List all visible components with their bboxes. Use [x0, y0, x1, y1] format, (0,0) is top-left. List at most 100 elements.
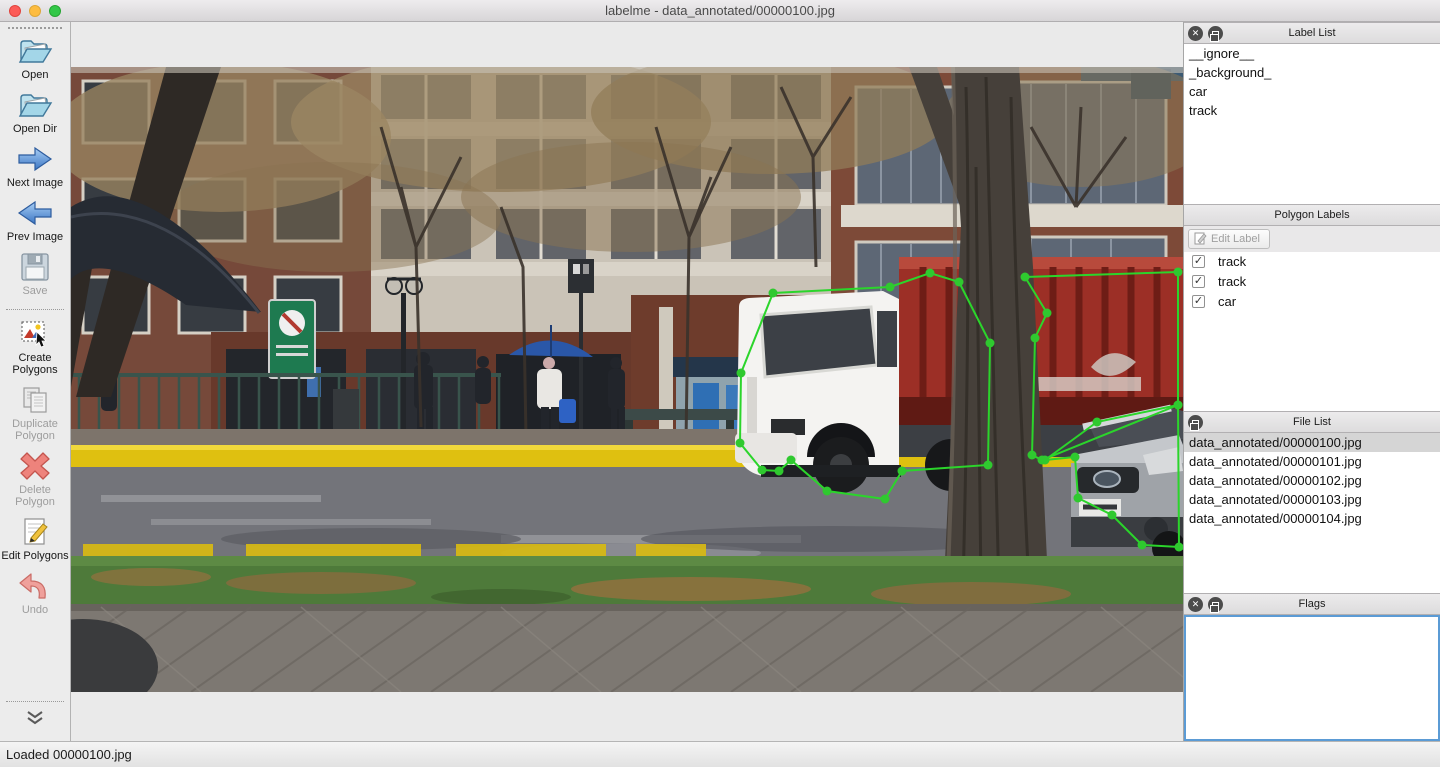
label-list-title: Label List	[1288, 27, 1335, 39]
annotation-polygon-track[interactable]	[740, 273, 990, 499]
floppy-disk-icon	[18, 251, 52, 283]
save-button[interactable]: Save	[0, 251, 70, 297]
edit-label-button[interactable]: Edit Label	[1188, 229, 1270, 249]
annotation-vertex[interactable]	[736, 439, 745, 448]
open-dir-folder-icon	[17, 89, 53, 121]
status-text: Loaded 00000100.jpg	[6, 747, 132, 762]
annotation-vertex[interactable]	[1021, 273, 1030, 282]
undo-button[interactable]: Undo	[0, 570, 70, 616]
file-list-item[interactable]: data_annotated/00000100.jpg	[1184, 433, 1440, 452]
annotation-vertex[interactable]	[986, 339, 995, 348]
label-list-item[interactable]: track	[1184, 101, 1440, 120]
annotation-vertex[interactable]	[984, 461, 993, 470]
polygon-visible-checkbox[interactable]: ✓	[1192, 275, 1205, 288]
edit-polygons-button[interactable]: Edit Polygons	[0, 516, 70, 562]
flags-header: ✕ Flags	[1184, 593, 1440, 615]
label-list-header: ✕ Label List	[1184, 22, 1440, 44]
file-list-item[interactable]: data_annotated/00000101.jpg	[1184, 452, 1440, 471]
annotated-photo[interactable]	[71, 67, 1183, 692]
polygon-label-row[interactable]: ✓ track	[1184, 272, 1440, 292]
duplicate-polygon-button[interactable]: Duplicate Polygon	[0, 384, 70, 442]
title-bar: labelme - data_annotated/00000100.jpg	[0, 0, 1440, 22]
annotation-vertex[interactable]	[1074, 494, 1083, 503]
close-window-button[interactable]	[9, 5, 21, 17]
file-list-header: File List	[1184, 411, 1440, 433]
annotation-vertex[interactable]	[1031, 334, 1040, 343]
label-list-close-button[interactable]: ✕	[1188, 26, 1203, 41]
dock-panels: ✕ Label List __ignore__ _background_ car…	[1183, 22, 1440, 741]
open-dir-button[interactable]: Open Dir	[0, 89, 70, 135]
arrow-right-icon	[16, 143, 54, 175]
duplicate-documents-icon	[18, 384, 52, 416]
annotation-vertex[interactable]	[1174, 401, 1183, 410]
prev-image-button[interactable]: Prev Image	[0, 197, 70, 243]
undo-arrow-icon	[17, 570, 53, 602]
polygon-labels-list[interactable]: ✓ track ✓ track ✓ car	[1184, 252, 1440, 412]
annotation-vertex[interactable]	[758, 466, 767, 475]
edit-document-pencil-icon	[18, 516, 52, 548]
annotation-vertex[interactable]	[737, 369, 746, 378]
file-list-title: File List	[1293, 416, 1331, 428]
toolbar-separator	[6, 309, 64, 310]
annotation-polygon-track[interactable]	[1025, 272, 1178, 460]
edit-label-pencil-icon	[1194, 232, 1207, 245]
annotation-vertex[interactable]	[1071, 453, 1080, 462]
annotation-vertex[interactable]	[1174, 268, 1183, 277]
polygon-labels-toolbar: Edit Label	[1184, 226, 1440, 252]
create-polygons-button[interactable]: Create Polygons	[0, 318, 70, 376]
annotation-vertex[interactable]	[823, 487, 832, 496]
label-list-item[interactable]: _background_	[1184, 63, 1440, 82]
annotation-vertex[interactable]	[926, 269, 935, 278]
delete-polygon-button[interactable]: Delete Polygon	[0, 450, 70, 508]
file-list[interactable]: data_annotated/00000100.jpg data_annotat…	[1184, 433, 1440, 593]
annotation-vertex[interactable]	[787, 456, 796, 465]
annotation-layer[interactable]	[71, 67, 1183, 692]
annotation-vertex[interactable]	[1043, 309, 1052, 318]
toolbar-expand-button[interactable]	[24, 710, 46, 731]
flags-float-button[interactable]	[1208, 597, 1223, 612]
polygon-visible-checkbox[interactable]: ✓	[1192, 295, 1205, 308]
label-list-item[interactable]: car	[1184, 82, 1440, 101]
file-list-item[interactable]: data_annotated/00000102.jpg	[1184, 471, 1440, 490]
toolbar-drag-handle[interactable]	[8, 27, 62, 29]
annotation-vertex[interactable]	[769, 289, 778, 298]
next-image-button[interactable]: Next Image	[0, 143, 70, 189]
annotation-vertex[interactable]	[1138, 541, 1147, 550]
label-list-item[interactable]: __ignore__	[1184, 44, 1440, 63]
polygon-label-row[interactable]: ✓ track	[1184, 252, 1440, 272]
minimize-window-button[interactable]	[29, 5, 41, 17]
polygon-visible-checkbox[interactable]: ✓	[1192, 255, 1205, 268]
label-list[interactable]: __ignore__ _background_ car track	[1184, 44, 1440, 204]
annotation-vertex[interactable]	[1093, 418, 1102, 427]
annotation-vertex[interactable]	[898, 467, 907, 476]
open-button[interactable]: Open	[0, 35, 70, 81]
annotation-vertex[interactable]	[775, 467, 784, 476]
toolbar-separator-bottom	[6, 701, 64, 702]
annotation-vertex[interactable]	[1041, 456, 1050, 465]
file-list-item[interactable]: data_annotated/00000104.jpg	[1184, 509, 1440, 528]
annotation-vertex[interactable]	[955, 278, 964, 287]
zoom-window-button[interactable]	[49, 5, 61, 17]
image-canvas[interactable]	[71, 22, 1183, 741]
file-list-float-button[interactable]	[1188, 415, 1203, 430]
polygon-label-row[interactable]: ✓ car	[1184, 292, 1440, 312]
label-list-float-button[interactable]	[1208, 26, 1223, 41]
flags-close-button[interactable]: ✕	[1188, 597, 1203, 612]
annotation-vertex[interactable]	[886, 283, 895, 292]
flags-list[interactable]	[1184, 615, 1440, 741]
annotation-polygon-car[interactable]	[1045, 405, 1179, 547]
double-chevron-down-icon	[24, 710, 46, 726]
polygon-labels-title: Polygon Labels	[1274, 209, 1349, 221]
tools-toolbar: Open Open Dir Next Image	[0, 22, 71, 741]
arrow-left-icon	[16, 197, 54, 229]
annotation-vertex[interactable]	[1028, 451, 1037, 460]
flags-title: Flags	[1299, 598, 1326, 610]
open-folder-icon	[17, 35, 53, 67]
annotation-vertex[interactable]	[1175, 543, 1184, 552]
file-list-item[interactable]: data_annotated/00000103.jpg	[1184, 490, 1440, 509]
annotation-vertex[interactable]	[881, 495, 890, 504]
annotation-vertex[interactable]	[1108, 511, 1117, 520]
window-title: labelme - data_annotated/00000100.jpg	[605, 3, 835, 18]
status-bar: Loaded 00000100.jpg	[0, 741, 1440, 767]
delete-x-icon	[18, 450, 52, 482]
